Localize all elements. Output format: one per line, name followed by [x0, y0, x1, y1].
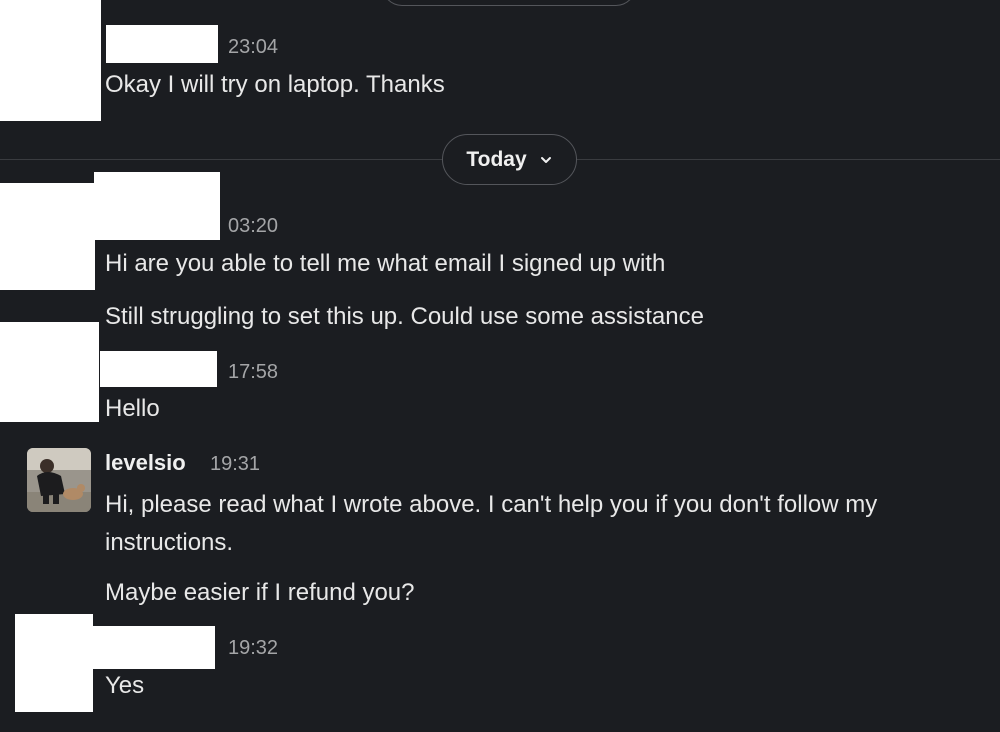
- chevron-down-icon: [540, 156, 551, 163]
- avatar-redacted[interactable]: [0, 183, 95, 290]
- author-name-redacted[interactable]: [106, 25, 218, 63]
- message-text: Hi are you able to tell me what email I …: [105, 250, 666, 277]
- message-text: Maybe easier if I refund you?: [105, 579, 415, 606]
- avatar-redacted[interactable]: [0, 0, 101, 121]
- avatar-redacted[interactable]: [15, 614, 93, 712]
- message-text: Hello: [105, 395, 160, 422]
- message-timestamp[interactable]: 19:32: [228, 638, 278, 658]
- author-name[interactable]: levelsio: [105, 452, 186, 474]
- message-text: Still struggling to set this up. Could u…: [105, 303, 704, 330]
- day-divider-today[interactable]: Today: [442, 134, 577, 185]
- message-text: Hi, please read what I wrote above. I ca…: [105, 491, 878, 556]
- avatar-levelsio[interactable]: [27, 448, 91, 512]
- avatar-redacted[interactable]: [0, 322, 99, 422]
- message-timestamp[interactable]: 03:20: [228, 216, 278, 236]
- message-text: Okay I will try on laptop. Thanks: [105, 71, 445, 98]
- message-timestamp[interactable]: 17:58: [228, 362, 278, 382]
- day-divider-line-left: [0, 159, 442, 160]
- day-divider-line-right: [577, 159, 1000, 160]
- message-text: Yes: [105, 672, 145, 699]
- author-name-redacted[interactable]: [94, 172, 220, 240]
- user-photo-icon: [27, 448, 91, 512]
- author-name-redacted[interactable]: [93, 626, 215, 669]
- message-timestamp[interactable]: 23:04: [228, 37, 278, 57]
- message-timestamp[interactable]: 19:31: [210, 454, 260, 474]
- previous-date-divider-pill[interactable]: [382, 0, 636, 6]
- day-divider-label: Today: [466, 147, 527, 171]
- author-name-redacted[interactable]: [100, 351, 217, 387]
